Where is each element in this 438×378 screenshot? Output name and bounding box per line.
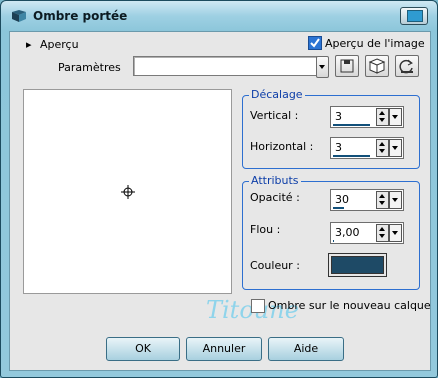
dialog-content: ▸ Aperçu Aperçu de l'image Paramètres Dé — [9, 31, 431, 371]
chevron-down-icon — [319, 65, 325, 69]
save-preset-button[interactable] — [335, 55, 359, 77]
reset-icon — [399, 59, 413, 74]
ok-button[interactable]: OK — [106, 337, 180, 361]
image-preview-label: Aperçu de l'image — [325, 37, 425, 50]
blur-dropdown[interactable] — [389, 224, 402, 242]
offset-group-title: Décalage — [249, 88, 305, 101]
reset-button[interactable] — [395, 55, 419, 77]
close-button[interactable] — [400, 7, 428, 25]
color-swatch[interactable] — [328, 253, 387, 277]
new-layer-label: Ombre sur le nouveau calque — [268, 299, 431, 312]
blur-bar — [333, 240, 334, 242]
dice-icon — [368, 58, 386, 74]
horizontal-bar — [333, 155, 370, 157]
new-layer-checkbox[interactable] — [251, 299, 265, 313]
randomize-button[interactable] — [365, 55, 389, 77]
preview-section-label[interactable]: Aperçu — [40, 38, 79, 51]
blur-value: 3,00 — [335, 226, 360, 239]
app-icon — [12, 10, 26, 22]
vertical-value: 3 — [335, 110, 342, 123]
cancel-button[interactable]: Annuler — [186, 337, 262, 361]
opacity-dropdown[interactable] — [389, 191, 402, 209]
dialog-window: Ombre portée ▸ Aperçu Aperçu de l'image … — [0, 0, 438, 378]
preview-area[interactable] — [23, 89, 232, 294]
blur-spinner[interactable]: 3,00 — [330, 222, 404, 244]
opacity-value: 30 — [335, 193, 349, 206]
vertical-label: Vertical : — [250, 109, 299, 122]
blur-stepper[interactable] — [376, 224, 389, 242]
color-label: Couleur : — [250, 259, 300, 272]
attributes-group-title: Attributs — [249, 174, 301, 187]
image-preview-checkbox[interactable] — [308, 36, 322, 50]
params-select[interactable] — [133, 56, 317, 76]
blur-label: Flou : — [250, 223, 281, 236]
horizontal-stepper[interactable] — [376, 139, 389, 157]
expand-preview-icon[interactable]: ▸ — [26, 38, 32, 51]
window-title: Ombre portée — [33, 9, 128, 23]
params-dropdown-button[interactable] — [316, 56, 329, 78]
vertical-dropdown[interactable] — [389, 108, 402, 126]
horizontal-dropdown[interactable] — [389, 139, 402, 157]
vertical-stepper[interactable] — [376, 108, 389, 126]
floppy-icon — [340, 59, 354, 73]
params-label: Paramètres — [58, 61, 121, 74]
opacity-bar — [333, 207, 344, 209]
horizontal-spinner[interactable]: 3 — [330, 137, 404, 159]
horizontal-value: 3 — [335, 141, 342, 154]
opacity-spinner[interactable]: 30 — [330, 189, 404, 211]
title-bar[interactable]: Ombre portée — [1, 1, 437, 31]
opacity-label: Opacité : — [250, 191, 300, 204]
opacity-stepper[interactable] — [376, 191, 389, 209]
vertical-bar — [333, 124, 370, 126]
help-button[interactable]: Aide — [268, 337, 344, 361]
vertical-spinner[interactable]: 3 — [330, 106, 404, 128]
crosshair-icon — [121, 185, 135, 199]
checkmark-icon — [310, 38, 320, 48]
close-icon — [407, 10, 423, 22]
horizontal-label: Horizontal : — [250, 140, 314, 153]
